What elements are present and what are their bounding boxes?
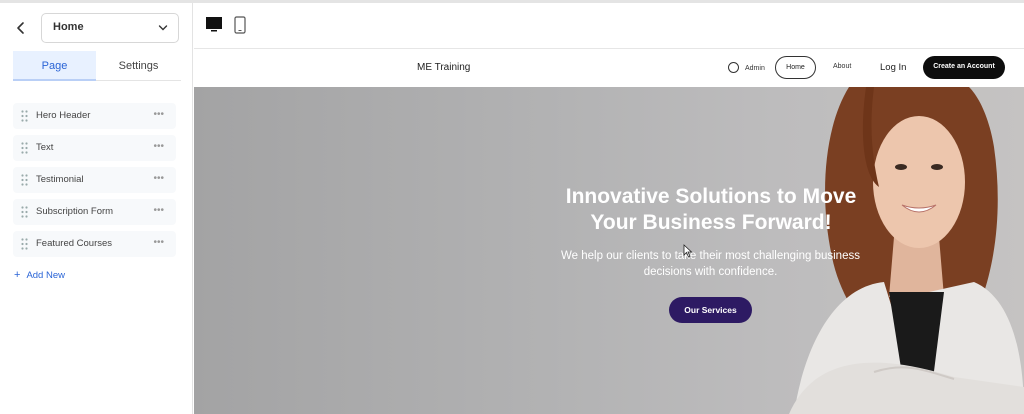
section-label: Text [36,142,54,153]
section-label: Testimonial [36,174,84,185]
desktop-icon[interactable] [205,16,223,33]
drag-handle-icon[interactable] [21,238,28,250]
editor-toolbar [194,3,1024,49]
add-new-label: Add New [26,270,65,281]
more-options-icon[interactable]: ••• [153,109,164,120]
page-selector-value: Home [53,21,84,33]
sidebar-tabs: Page Settings [13,51,181,81]
editor-sidebar: Home Page Settings Hero Header ••• Text … [0,3,193,414]
drag-handle-icon[interactable] [21,206,28,218]
page-selector[interactable]: Home [41,13,179,43]
mouse-cursor-icon [683,244,693,258]
site-brand[interactable]: ME Training [417,62,470,73]
section-item-text[interactable]: Text ••• [13,135,176,161]
more-options-icon[interactable]: ••• [153,237,164,248]
add-new-section-button[interactable]: + Add New [14,269,65,281]
hero-section[interactable]: Innovative Solutions to Move Your Busine… [194,87,1024,414]
drag-handle-icon[interactable] [21,110,28,122]
more-options-icon[interactable]: ••• [153,141,164,152]
section-item-featured-courses[interactable]: Featured Courses ••• [13,231,176,257]
nav-about[interactable]: About [833,63,851,70]
nav-home[interactable]: Home [775,56,816,79]
section-item-subscription-form[interactable]: Subscription Form ••• [13,199,176,225]
section-item-testimonial[interactable]: Testimonial ••• [13,167,176,193]
tab-page[interactable]: Page [13,51,96,81]
admin-link[interactable]: Admin [728,62,765,73]
tab-settings[interactable]: Settings [96,51,181,81]
chevron-down-icon [158,25,168,31]
section-label: Subscription Form [36,206,114,217]
section-label: Featured Courses [36,238,113,249]
site-header: ME Training Admin Home About Log In Crea… [194,50,1024,87]
more-options-icon[interactable]: ••• [153,173,164,184]
back-arrow-icon[interactable] [12,19,30,37]
hero-title-line: Innovative Solutions to Move [565,185,857,208]
section-item-hero-header[interactable]: Hero Header ••• [13,103,176,129]
mobile-icon[interactable] [234,16,246,34]
more-options-icon[interactable]: ••• [153,205,164,216]
hero-subtitle: We help our clients to take their most c… [524,248,897,280]
plus-icon: + [14,269,21,281]
hero-title-line: Your Business Forward! [590,211,832,234]
section-label: Hero Header [36,110,91,121]
admin-icon [728,62,739,73]
our-services-button[interactable]: Our Services [669,297,752,323]
hero-title: Innovative Solutions to Move Your Busine… [494,184,928,236]
nav-login[interactable]: Log In [880,62,906,73]
hero-subtitle-line: We help our clients to take their most c… [561,250,860,262]
drag-handle-icon[interactable] [21,142,28,154]
hero-subtitle-line: decisions with confidence. [643,266,778,278]
admin-label: Admin [745,65,765,72]
drag-handle-icon[interactable] [21,174,28,186]
create-account-button[interactable]: Create an Account [923,56,1005,79]
